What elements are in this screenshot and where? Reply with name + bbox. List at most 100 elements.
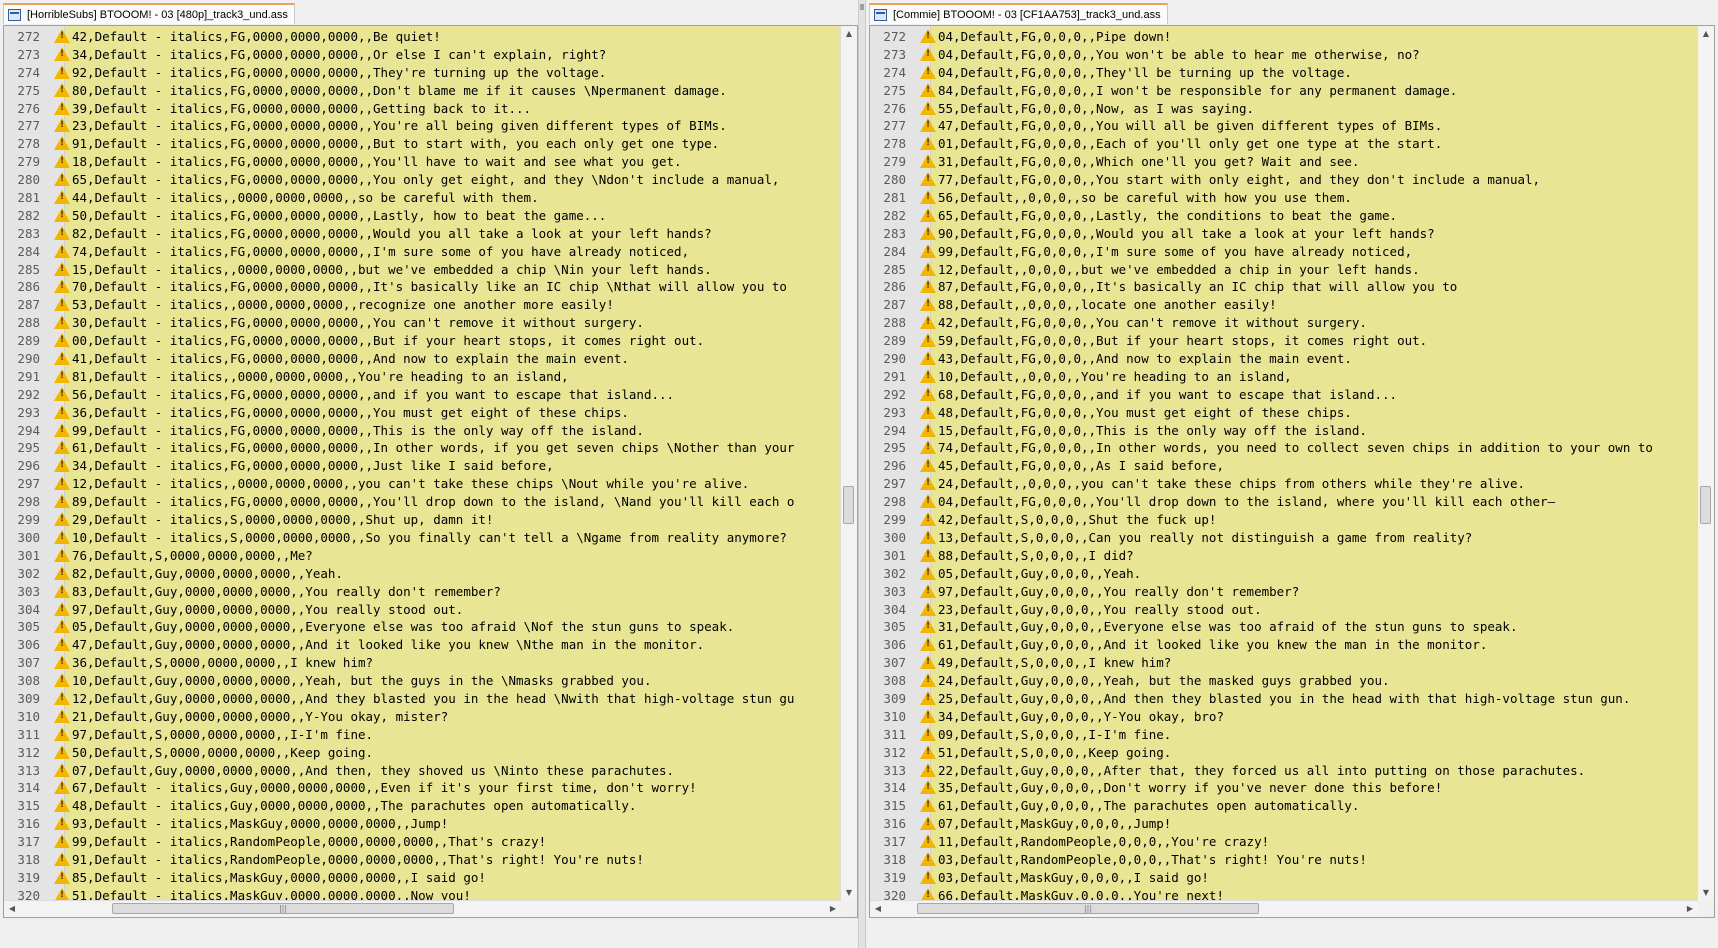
right-diff-line[interactable]: 305 31,Default,Guy,0,0,0,,Everyone else w… (870, 618, 1698, 637)
left-diff-line[interactable]: 298 89,Default - italics,FG,0000,0000,000… (4, 493, 841, 512)
left-file-tab[interactable]: [HorribleSubs] BTOOOM! - 03 [480p]_track… (3, 3, 295, 24)
right-diff-line[interactable]: 275 84,Default,FG,0,0,0,,I won't be respo… (870, 81, 1698, 100)
left-vertical-scrollbar[interactable]: ▲ ▼ (840, 26, 857, 901)
right-diff-line[interactable]: 281 56,Default,,0,0,0,,so be careful with… (870, 189, 1698, 207)
left-diff-line[interactable]: 286 70,Default - italics,FG,0000,0000,000… (4, 278, 841, 297)
right-diff-line[interactable]: 312 51,Default,S,0,0,0,,Keep going. (870, 743, 1698, 762)
left-diff-line[interactable]: 276 39,Default - italics,FG,0000,0000,000… (4, 99, 841, 118)
right-diff-line[interactable]: 293 48,Default,FG,0,0,0,,You must get eig… (870, 403, 1698, 422)
left-diff-line[interactable]: 309 12,Default,Guy,0000,0000,0000,,And th… (4, 689, 841, 708)
left-diff-line[interactable]: 305 05,Default,Guy,0000,0000,0000,,Everyo… (4, 618, 841, 637)
right-diff-line[interactable]: 278 01,Default,FG,0,0,0,,Each of you'll o… (870, 135, 1698, 154)
left-diff-line[interactable]: 308 10,Default,Guy,0000,0000,0000,,Yeah, … (4, 672, 841, 690)
right-diff-line[interactable]: 299 42,Default,S,0,0,0,,Shut the fuck up! (870, 511, 1698, 529)
right-diff-line[interactable]: 285 12,Default,,0,0,0,,but we've embedded… (870, 260, 1698, 279)
arrow-left-icon[interactable]: ◀ (870, 901, 886, 917)
right-diff-line[interactable]: 309 25,Default,Guy,0,0,0,,And then they b… (870, 689, 1698, 708)
right-diff-line[interactable]: 307 49,Default,S,0,0,0,,I knew him? (870, 654, 1698, 673)
right-diff-line[interactable]: 289 59,Default,FG,0,0,0,,But if your hear… (870, 332, 1698, 351)
right-diff-line[interactable]: 286 87,Default,FG,0,0,0,,It's basically a… (870, 278, 1698, 297)
right-diff-line[interactable]: 319 03,Default,MaskGuy,0,0,0,,I said go! (870, 868, 1698, 887)
right-diff-line[interactable]: 300 13,Default,S,0,0,0,,Can you really no… (870, 528, 1698, 547)
left-diff-line[interactable]: 280 65,Default - italics,FG,0000,0000,000… (4, 171, 841, 190)
right-diff-line[interactable]: 282 65,Default,FG,0,0,0,,Lastly, the cond… (870, 206, 1698, 225)
left-vertical-scroll-thumb[interactable] (843, 486, 854, 524)
right-diff-line[interactable]: 318 03,Default,RandomPeople,0,0,0,,That's… (870, 850, 1698, 869)
right-diff-line[interactable]: 274 04,Default,FG,0,0,0,,They'll be turni… (870, 63, 1698, 82)
left-diff-line[interactable]: 290 41,Default - italics,FG,0000,0000,000… (4, 350, 841, 368)
left-horizontal-scrollbar[interactable]: ◀ ||| ▶ (4, 900, 841, 917)
arrow-down-icon[interactable]: ▼ (841, 885, 857, 901)
right-diff-line[interactable]: 280 77,Default,FG,0,0,0,,You start with o… (870, 171, 1698, 190)
left-diff-line[interactable]: 283 82,Default - italics,FG,0000,0000,000… (4, 224, 841, 243)
right-diff-line[interactable]: 297 24,Default,,0,0,0,,you can't take the… (870, 475, 1698, 494)
left-diff-line[interactable]: 302 82,Default,Guy,0000,0000,0000,,Yeah. (4, 564, 841, 583)
left-diff-line[interactable]: 284 74,Default - italics,FG,0000,0000,000… (4, 242, 841, 261)
right-diff-line[interactable]: 304 23,Default,Guy,0,0,0,,You really stoo… (870, 600, 1698, 619)
right-diff-line[interactable]: 279 31,Default,FG,0,0,0,,Which one'll you… (870, 153, 1698, 172)
left-diff-line[interactable]: 319 85,Default - italics,MaskGuy,0000,000… (4, 868, 841, 887)
right-diff-line[interactable]: 290 43,Default,FG,0,0,0,,And now to expla… (870, 350, 1698, 368)
right-diff-line[interactable]: 288 42,Default,FG,0,0,0,,You can't remove… (870, 314, 1698, 333)
right-diff-line[interactable]: 317 11,Default,RandomPeople,0,0,0,,You're… (870, 833, 1698, 851)
right-diff-line[interactable]: 284 99,Default,FG,0,0,0,,I'm sure some of… (870, 242, 1698, 261)
left-diff-line[interactable]: 289 00,Default - italics,FG,0000,0000,000… (4, 332, 841, 351)
left-diff-line[interactable]: 274 92,Default - italics,FG,0000,0000,000… (4, 63, 841, 82)
right-diff-editor[interactable]: 272 04,Default,FG,0,0,0,,Pipe down! 273 04,… (869, 25, 1715, 918)
left-diff-line[interactable]: 316 93,Default - italics,MaskGuy,0000,000… (4, 815, 841, 834)
right-diff-line[interactable]: 276 55,Default,FG,0,0,0,,Now, as I was sa… (870, 99, 1698, 118)
right-vertical-scrollbar[interactable]: ▲ ▼ (1697, 26, 1714, 901)
left-diff-line[interactable]: 273 34,Default - italics,FG,0000,0000,000… (4, 45, 841, 64)
left-diff-line[interactable]: 306 47,Default,Guy,0000,0000,0000,,And it… (4, 636, 841, 655)
left-diff-line[interactable]: 285 15,Default - italics,,0000,0000,0000,… (4, 260, 841, 279)
left-diff-line[interactable]: 297 12,Default - italics,,0000,0000,0000,… (4, 475, 841, 494)
arrow-right-icon[interactable]: ▶ (825, 901, 841, 917)
right-diff-line[interactable]: 311 09,Default,S,0,0,0,,I-I'm fine. (870, 725, 1698, 744)
right-horizontal-scroll-thumb[interactable]: ||| (917, 903, 1259, 914)
left-diff-line[interactable]: 296 34,Default - italics,FG,0000,0000,000… (4, 457, 841, 476)
right-diff-line[interactable]: 277 47,Default,FG,0,0,0,,You will all be … (870, 117, 1698, 136)
right-diff-line[interactable]: 313 22,Default,Guy,0,0,0,,After that, the… (870, 761, 1698, 780)
left-diff-line[interactable]: 301 76,Default,S,0000,0000,0000,,Me? (4, 546, 841, 565)
left-diff-line[interactable]: 313 07,Default,Guy,0000,0000,0000,,And th… (4, 761, 841, 780)
left-diff-line[interactable]: 317 99,Default - italics,RandomPeople,000… (4, 833, 841, 851)
left-diff-line[interactable]: 304 97,Default,Guy,0000,0000,0000,,You re… (4, 600, 841, 619)
left-diff-line[interactable]: 272 42,Default - italics,FG,0000,0000,000… (4, 28, 841, 46)
left-diff-editor[interactable]: 272 42,Default - italics,FG,0000,0000,000… (3, 25, 858, 918)
left-diff-line[interactable]: 318 91,Default - italics,RandomPeople,000… (4, 850, 841, 869)
right-diff-line[interactable]: 296 45,Default,FG,0,0,0,,As I said before… (870, 457, 1698, 476)
left-diff-line[interactable]: 311 97,Default,S,0000,0000,0000,,I-I'm fi… (4, 725, 841, 744)
right-diff-line[interactable]: 316 07,Default,MaskGuy,0,0,0,,Jump! (870, 815, 1698, 834)
arrow-up-icon[interactable]: ▲ (1698, 26, 1714, 42)
right-diff-line[interactable]: 298 04,Default,FG,0,0,0,,You'll drop down… (870, 493, 1698, 512)
left-diff-line[interactable]: 275 80,Default - italics,FG,0000,0000,000… (4, 81, 841, 100)
left-diff-line[interactable]: 294 99,Default - italics,FG,0000,0000,000… (4, 421, 841, 440)
right-diff-line[interactable]: 306 61,Default,Guy,0,0,0,,And it looked l… (870, 636, 1698, 655)
right-diff-line[interactable]: 273 04,Default,FG,0,0,0,,You won't be abl… (870, 45, 1698, 64)
right-diff-line[interactable]: 287 88,Default,,0,0,0,,locate one another… (870, 296, 1698, 315)
left-diff-line[interactable]: 312 50,Default,S,0000,0000,0000,,Keep goi… (4, 743, 841, 762)
left-diff-line[interactable]: 299 29,Default - italics,S,0000,0000,0000… (4, 511, 841, 529)
right-diff-line[interactable]: 295 74,Default,FG,0,0,0,,In other words, … (870, 439, 1698, 458)
arrow-up-icon[interactable]: ▲ (841, 26, 857, 42)
right-vertical-scroll-thumb[interactable] (1700, 486, 1711, 524)
arrow-right-icon[interactable]: ▶ (1682, 901, 1698, 917)
left-diff-line[interactable]: 307 36,Default,S,0000,0000,0000,,I knew h… (4, 654, 841, 673)
left-diff-line[interactable]: 315 48,Default - italics,Guy,0000,0000,00… (4, 797, 841, 816)
arrow-left-icon[interactable]: ◀ (4, 901, 20, 917)
arrow-down-icon[interactable]: ▼ (1698, 885, 1714, 901)
right-diff-line[interactable]: 303 97,Default,Guy,0,0,0,,You really don'… (870, 582, 1698, 601)
splitter-grip[interactable] (860, 4, 864, 10)
pane-splitter[interactable] (858, 0, 866, 948)
right-horizontal-scrollbar[interactable]: ◀ ||| ▶ (870, 900, 1698, 917)
left-diff-line[interactable]: 310 21,Default,Guy,0000,0000,0000,,Y-You … (4, 707, 841, 726)
left-horizontal-scroll-thumb[interactable]: ||| (112, 903, 454, 914)
right-diff-line[interactable]: 310 34,Default,Guy,0,0,0,,Y-You okay, bro… (870, 707, 1698, 726)
left-diff-line[interactable]: 292 56,Default - italics,FG,0000,0000,000… (4, 385, 841, 404)
right-diff-line[interactable]: 315 61,Default,Guy,0,0,0,,The parachutes … (870, 797, 1698, 816)
right-diff-line[interactable]: 294 15,Default,FG,0,0,0,,This is the only… (870, 421, 1698, 440)
left-diff-line[interactable]: 277 23,Default - italics,FG,0000,0000,000… (4, 117, 841, 136)
left-diff-line[interactable]: 279 18,Default - italics,FG,0000,0000,000… (4, 153, 841, 172)
left-diff-line[interactable]: 291 81,Default - italics,,0000,0000,0000,… (4, 367, 841, 386)
left-diff-line[interactable]: 314 67,Default - italics,Guy,0000,0000,00… (4, 779, 841, 798)
